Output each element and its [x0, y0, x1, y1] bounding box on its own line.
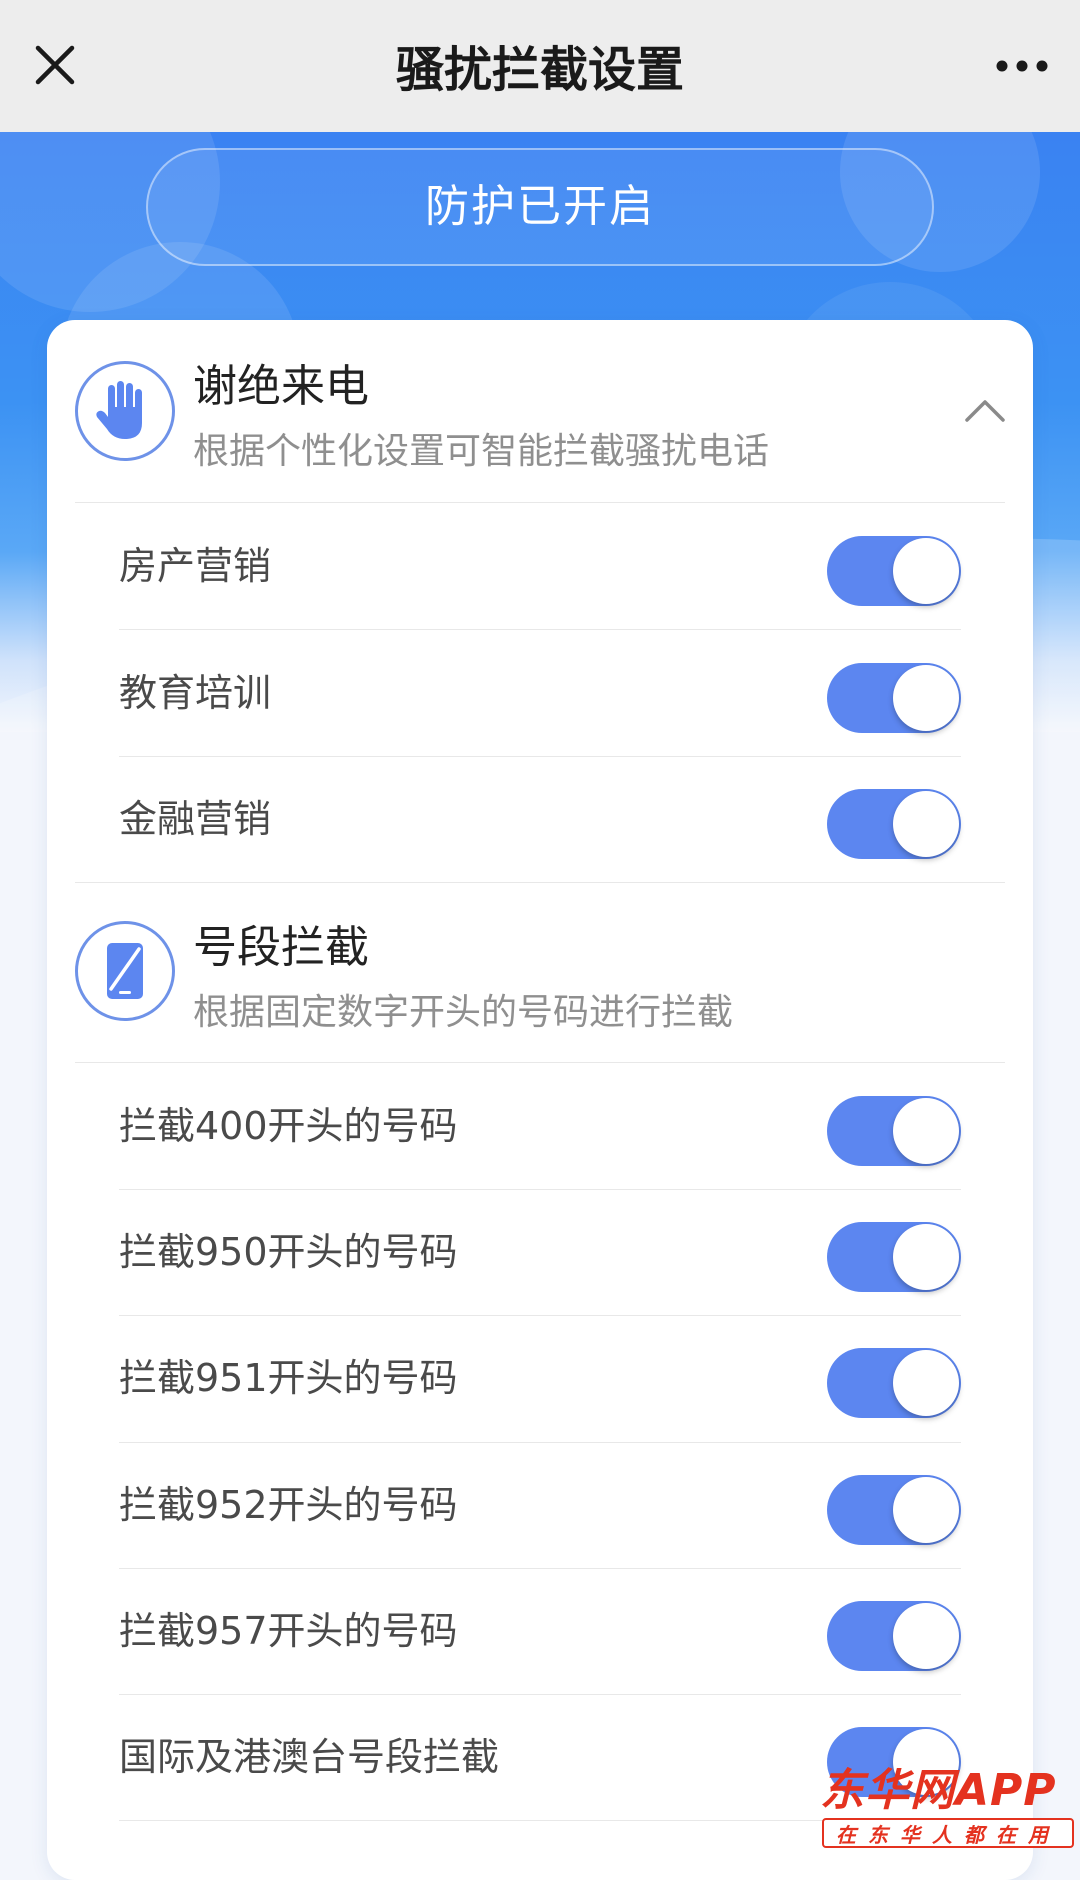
settings-card: 谢绝来电 根据个性化设置可智能拦截骚扰电话 房产营销 教育培训 金融营销 号段拦… [47, 320, 1033, 1880]
item-label: 拦截950开头的号码 [119, 1230, 458, 1274]
hand-stop-icon [75, 361, 175, 461]
list-item[interactable]: 房产营销 [119, 503, 961, 629]
section-title: 谢绝来电 [193, 361, 369, 412]
list-item[interactable]: 拦截952开头的号码 [119, 1442, 961, 1568]
top-bar: 骚扰拦截设置 [0, 0, 1080, 132]
watermark-slogan: 在东华人都在用 [822, 1818, 1074, 1848]
toggle-switch[interactable] [827, 789, 961, 859]
item-label: 国际及港澳台号段拦截 [119, 1735, 500, 1779]
item-label: 教育培训 [119, 671, 272, 715]
list-item[interactable]: 金融营销 [119, 756, 961, 882]
item-label: 金融营销 [119, 797, 272, 841]
toggle-switch[interactable] [827, 663, 961, 733]
item-label: 拦截400开头的号码 [119, 1104, 458, 1148]
section-subtitle: 根据个性化设置可智能拦截骚扰电话 [193, 431, 770, 472]
page-title: 骚扰拦截设置 [395, 42, 684, 98]
protection-status-badge: 防护已开启 [146, 148, 934, 266]
watermark-brand: 东华网APP [820, 1765, 1057, 1816]
list-item[interactable]: 拦截957开头的号码 [119, 1568, 961, 1694]
section-decline-calls-header[interactable]: 谢绝来电 根据个性化设置可智能拦截骚扰电话 [47, 320, 1033, 500]
item-label: 拦截951开头的号码 [119, 1356, 458, 1400]
toggle-switch[interactable] [827, 1096, 961, 1166]
list-item[interactable]: 拦截951开头的号码 [119, 1315, 961, 1441]
toggle-switch[interactable] [827, 536, 961, 606]
list-item[interactable]: 教育培训 [119, 630, 961, 756]
item-label: 拦截952开头的号码 [119, 1483, 458, 1527]
list-item[interactable]: 拦截950开头的号码 [119, 1189, 961, 1315]
item-label: 拦截957开头的号码 [119, 1609, 458, 1653]
section-number-block-header: 号段拦截 根据固定数字开头的号码进行拦截 [47, 883, 1033, 1063]
list-item[interactable]: 拦截400开头的号码 [119, 1063, 961, 1189]
chevron-up-icon[interactable] [957, 390, 1013, 430]
section-subtitle: 根据固定数字开头的号码进行拦截 [193, 992, 734, 1033]
phone-blocked-icon [75, 921, 175, 1021]
section-title: 号段拦截 [193, 922, 369, 973]
more-options-icon[interactable] [992, 46, 1052, 86]
toggle-switch[interactable] [827, 1348, 961, 1418]
toggle-switch[interactable] [827, 1222, 961, 1292]
toggle-switch[interactable] [827, 1601, 961, 1671]
item-label: 房产营销 [119, 544, 272, 588]
close-icon[interactable] [30, 40, 80, 90]
toggle-switch[interactable] [827, 1475, 961, 1545]
watermark-logo: 东华网APP 在东华人都在用 [820, 1766, 1080, 1853]
